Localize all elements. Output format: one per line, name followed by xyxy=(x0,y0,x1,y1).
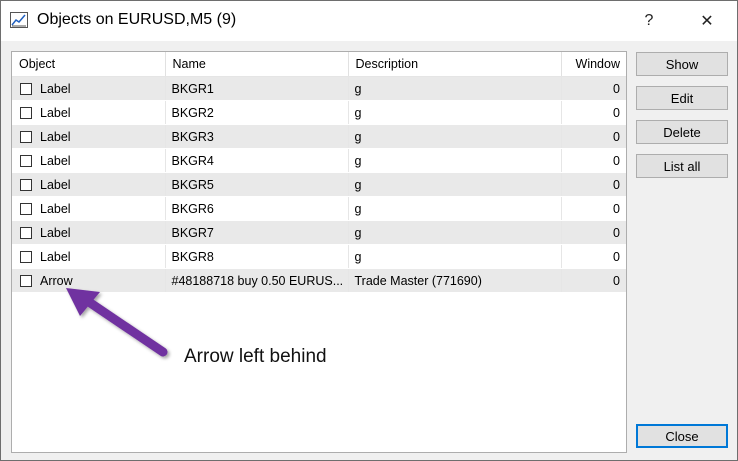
objects-table: Object Name Description Window Label BKG… xyxy=(12,52,626,293)
row-checkbox[interactable] xyxy=(20,154,32,167)
object-description: g xyxy=(348,172,562,197)
object-name: BKGR7 xyxy=(165,220,349,245)
column-header-object[interactable]: Object xyxy=(12,52,166,77)
table-row[interactable]: Label BKGR4 g 0 xyxy=(12,148,626,173)
object-type: Label xyxy=(40,177,71,192)
row-checkbox[interactable] xyxy=(20,250,32,263)
object-type: Label xyxy=(40,225,71,240)
row-checkbox[interactable] xyxy=(20,82,32,95)
object-window: 0 xyxy=(561,124,626,149)
object-name: BKGR5 xyxy=(165,172,349,197)
objects-list[interactable]: Object Name Description Window Label BKG… xyxy=(11,51,627,453)
row-checkbox[interactable] xyxy=(20,130,32,143)
window-close-button[interactable]: ✕ xyxy=(687,7,727,35)
table-row[interactable]: Label BKGR5 g 0 xyxy=(12,172,626,197)
object-type: Label xyxy=(40,201,71,216)
object-name: #48188718 buy 0.50 EURUS... xyxy=(165,268,349,293)
title-bar: Objects on EURUSD,M5 (9) ? ✕ xyxy=(1,1,737,41)
table-row[interactable]: Label BKGR7 g 0 xyxy=(12,220,626,245)
object-type: Label xyxy=(40,81,71,96)
object-name: BKGR1 xyxy=(165,76,349,101)
object-name: BKGR3 xyxy=(165,124,349,149)
table-row[interactable]: Label BKGR6 g 0 xyxy=(12,196,626,221)
objects-dialog: Objects on EURUSD,M5 (9) ? ✕ Object Name… xyxy=(0,0,738,461)
table-row[interactable]: Label BKGR2 g 0 xyxy=(12,100,626,125)
table-row[interactable]: Label BKGR1 g 0 xyxy=(12,76,626,101)
object-window: 0 xyxy=(561,268,626,293)
column-header-description[interactable]: Description xyxy=(348,52,562,77)
object-description: g xyxy=(348,124,562,149)
object-description: g xyxy=(348,244,562,269)
object-description: g xyxy=(348,148,562,173)
object-description: g xyxy=(348,220,562,245)
delete-button[interactable]: Delete xyxy=(636,120,728,144)
object-window: 0 xyxy=(561,76,626,101)
object-type: Arrow xyxy=(40,273,73,288)
object-description: g xyxy=(348,100,562,125)
close-icon: ✕ xyxy=(700,13,714,30)
object-name: BKGR6 xyxy=(165,196,349,221)
object-type: Label xyxy=(40,153,71,168)
object-window: 0 xyxy=(561,220,626,245)
object-description: g xyxy=(348,196,562,221)
chart-app-icon xyxy=(10,12,28,28)
row-checkbox[interactable] xyxy=(20,202,32,215)
object-window: 0 xyxy=(561,148,626,173)
close-button[interactable]: Close xyxy=(636,424,728,448)
column-header-window[interactable]: Window xyxy=(561,52,626,77)
table-header-row: Object Name Description Window xyxy=(12,52,626,77)
row-checkbox[interactable] xyxy=(20,106,32,119)
row-checkbox[interactable] xyxy=(20,226,32,239)
object-name: BKGR2 xyxy=(165,100,349,125)
edit-button[interactable]: Edit xyxy=(636,86,728,110)
object-window: 0 xyxy=(561,244,626,269)
help-icon: ? xyxy=(644,12,654,29)
object-description: g xyxy=(348,76,562,101)
object-type: Label xyxy=(40,249,71,264)
object-description: Trade Master (771690) xyxy=(348,268,562,293)
annotation-text: Arrow left behind xyxy=(184,346,327,367)
row-checkbox[interactable] xyxy=(20,274,32,287)
object-window: 0 xyxy=(561,100,626,125)
row-checkbox[interactable] xyxy=(20,178,32,191)
table-row[interactable]: Label BKGR3 g 0 xyxy=(12,124,626,149)
object-type: Label xyxy=(40,105,71,120)
show-button[interactable]: Show xyxy=(636,52,728,76)
object-window: 0 xyxy=(561,196,626,221)
table-row[interactable]: Label BKGR8 g 0 xyxy=(12,244,626,269)
object-type: Label xyxy=(40,129,71,144)
table-row[interactable]: Arrow #48188718 buy 0.50 EURUS... Trade … xyxy=(12,268,626,293)
list-all-button[interactable]: List all xyxy=(636,154,728,178)
column-header-name[interactable]: Name xyxy=(165,52,349,77)
window-title: Objects on EURUSD,M5 (9) xyxy=(37,11,237,28)
object-window: 0 xyxy=(561,172,626,197)
object-name: BKGR8 xyxy=(165,244,349,269)
object-name: BKGR4 xyxy=(165,148,349,173)
help-button[interactable]: ? xyxy=(629,7,669,35)
